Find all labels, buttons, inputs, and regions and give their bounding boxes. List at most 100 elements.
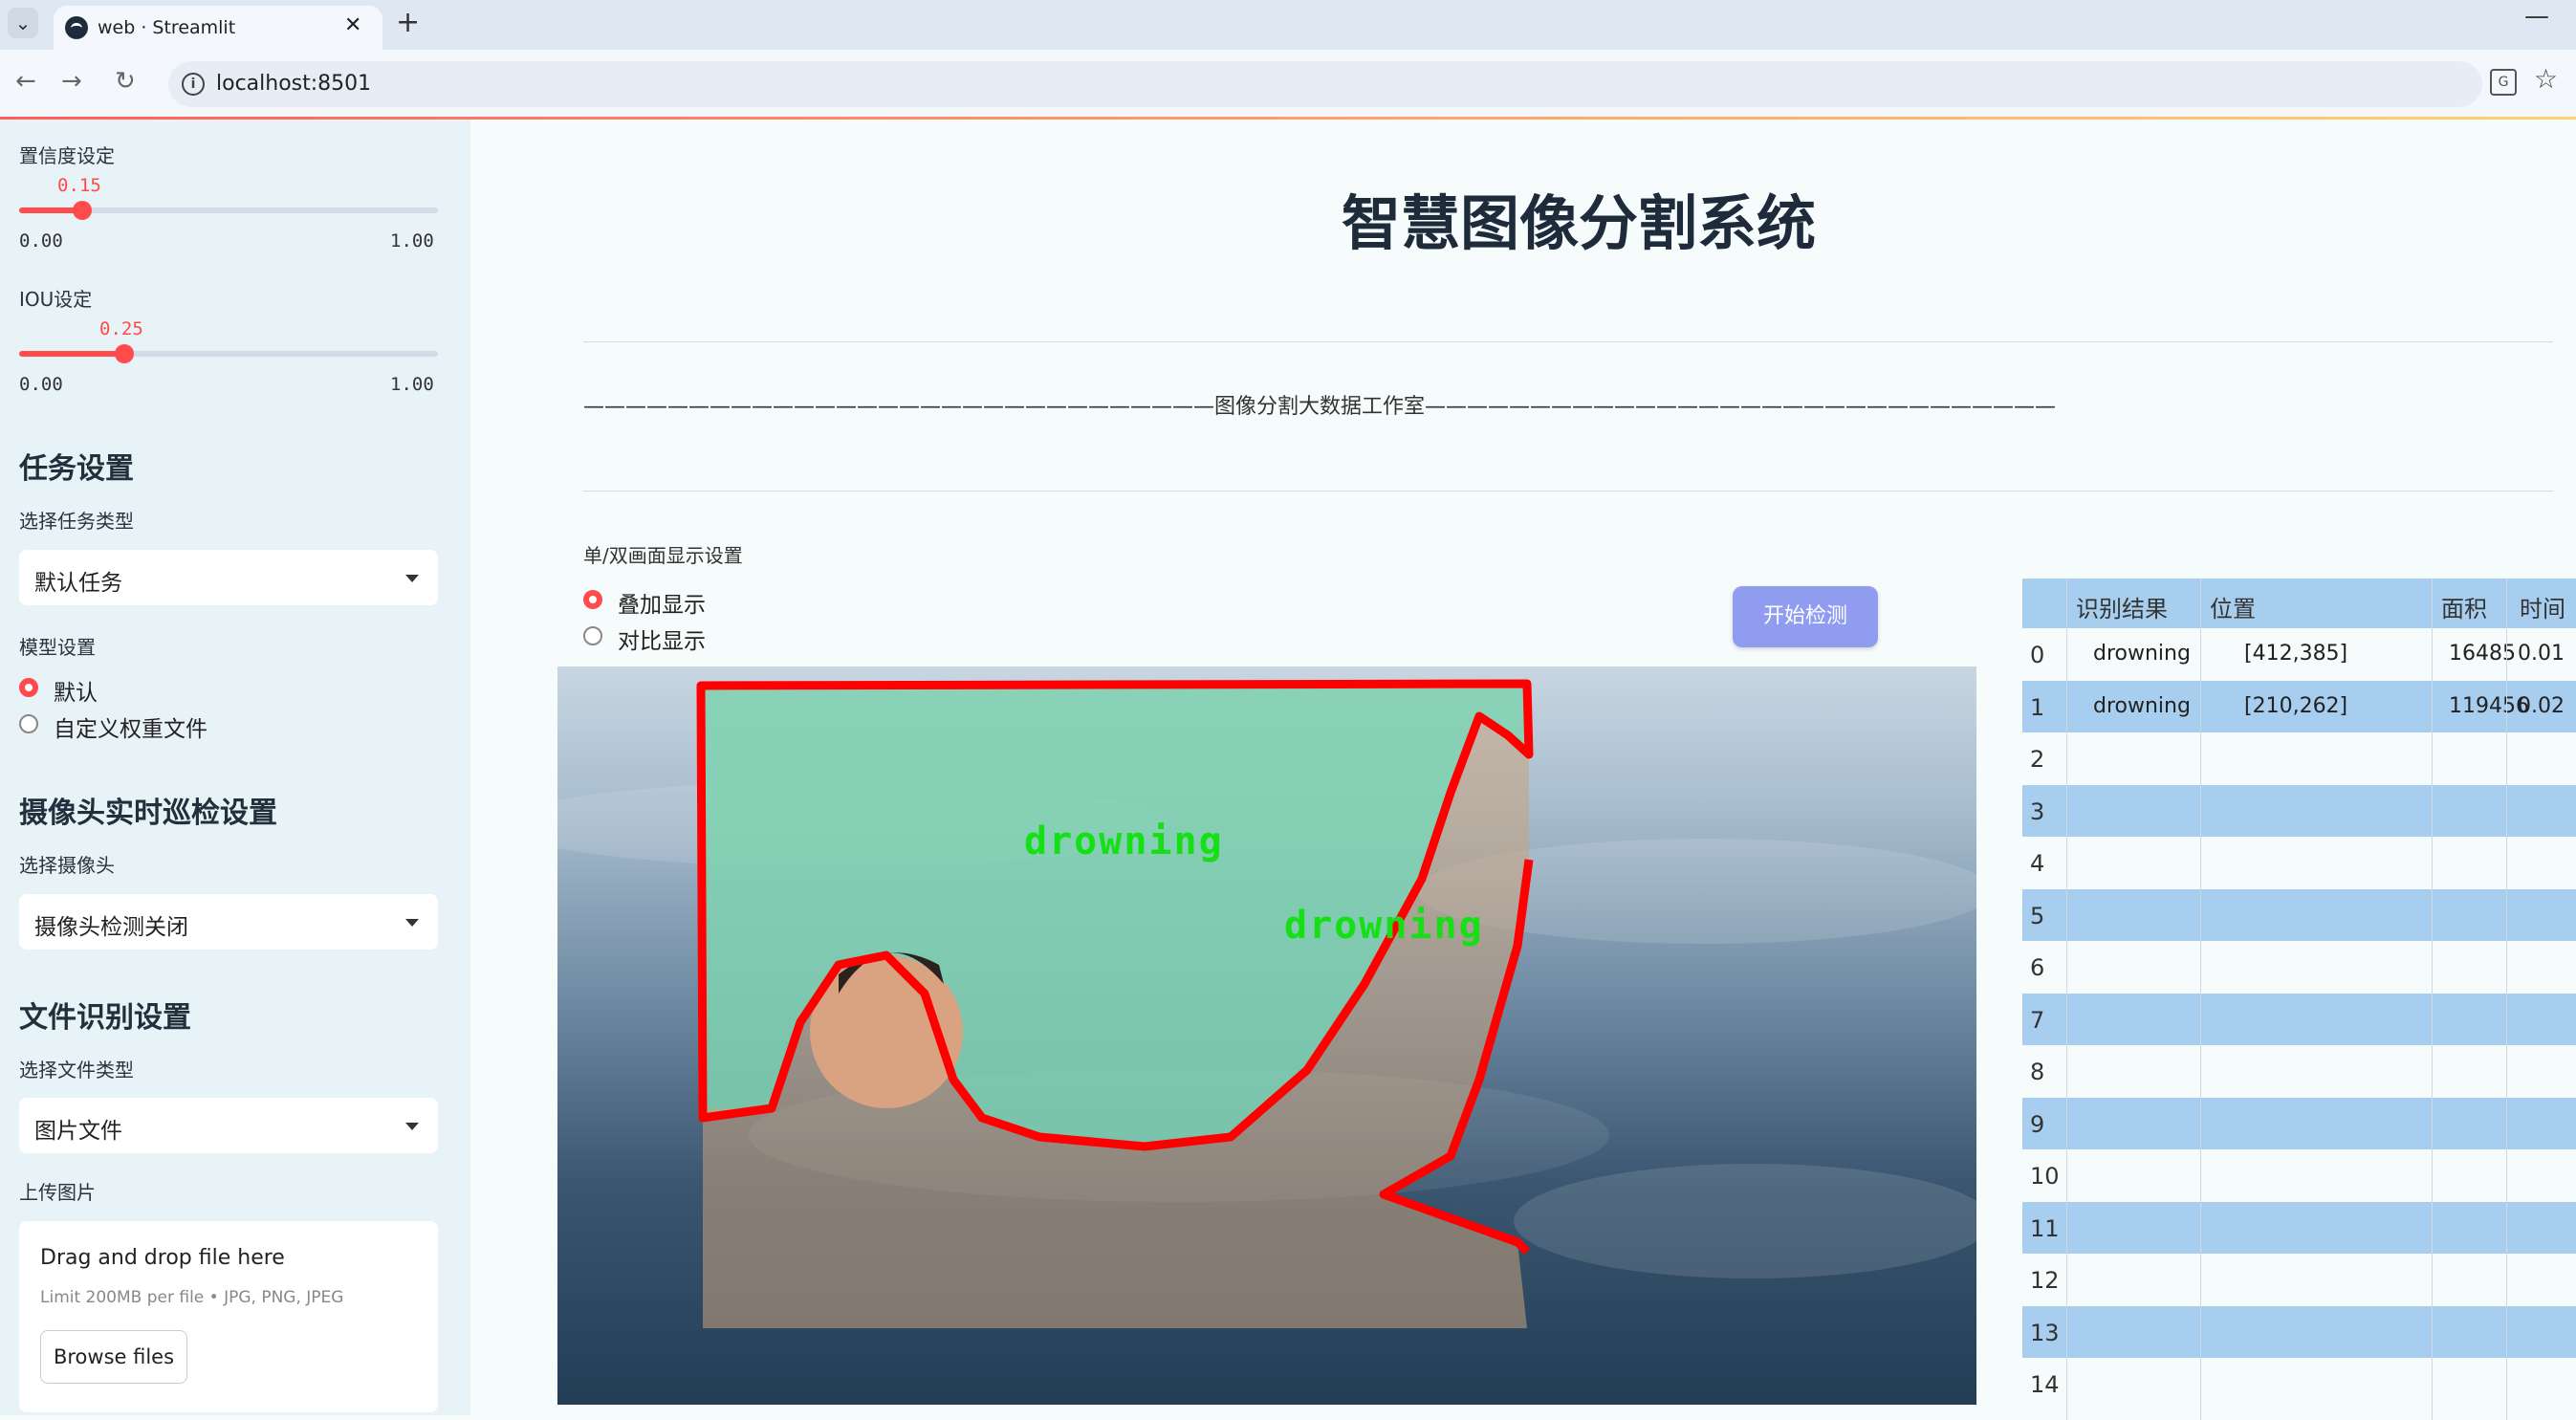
url-text[interactable]: localhost:8501 <box>216 72 371 96</box>
address-bar: ← → ↻ i localhost:8501 G ☆ <box>0 50 2576 119</box>
confidence-slider-handle[interactable] <box>72 201 92 220</box>
confidence-max: 1.00 <box>390 230 434 251</box>
browser-tab[interactable]: web · Streamlit ✕ <box>54 6 382 50</box>
chevron-down-icon <box>405 1123 419 1130</box>
table-row[interactable]: 3 <box>2022 784 2576 837</box>
detection-result-image: drowning drowning <box>557 666 1976 1405</box>
table-row[interactable]: 6 <box>2022 941 2576 993</box>
iou-min: 0.00 <box>19 374 63 395</box>
row-index: 2 <box>2030 746 2045 773</box>
col-header-time[interactable]: 时间 <box>2520 590 2565 623</box>
reload-icon[interactable]: ↻ <box>115 67 136 96</box>
confidence-label: 置信度设定 <box>19 144 115 167</box>
upload-label: 上传图片 <box>19 1181 96 1204</box>
camera-select[interactable]: 摄像头检测关闭 <box>19 894 438 950</box>
back-arrow-icon[interactable]: ← <box>15 67 36 96</box>
browser-tab-bar: ⌄ web · Streamlit ✕ + — <box>0 0 2576 50</box>
table-row[interactable]: 8 <box>2022 1045 2576 1097</box>
detection-label: drowning <box>1024 819 1224 863</box>
site-info-icon[interactable]: i <box>182 73 205 96</box>
table-row[interactable]: 5 <box>2022 888 2576 941</box>
iou-slider-fill <box>19 351 124 357</box>
results-table[interactable]: 识别结果 位置 面积 时间 0 drowning [412,385] 1 6 4 8 5 0.0… <box>2022 579 2576 1420</box>
task-type-label: 选择任务类型 <box>19 510 134 533</box>
translate-icon[interactable]: G <box>2490 69 2517 96</box>
cell-time: 0.02 <box>2518 693 2565 718</box>
table-row[interactable]: 14 <box>2022 1358 2576 1409</box>
task-type-value: 默认任务 <box>34 571 122 596</box>
file-type-select[interactable]: 图片文件 <box>19 1098 438 1153</box>
cell-result: drowning <box>2093 693 2191 718</box>
col-header-area[interactable]: 面积 <box>2441 590 2487 623</box>
task-type-select[interactable]: 默认任务 <box>19 550 438 605</box>
confidence-slider[interactable] <box>19 201 438 220</box>
bookmark-star-icon[interactable]: ☆ <box>2534 63 2558 95</box>
file-uploader-dropzone[interactable]: Drag and drop file here Limit 200MB per … <box>19 1221 438 1412</box>
row-index: 7 <box>2030 1006 2045 1034</box>
table-row[interactable]: 7 <box>2022 993 2576 1045</box>
iou-slider-handle[interactable] <box>114 344 134 363</box>
display-option-label: 叠加显示 <box>618 593 706 618</box>
col-header-result[interactable]: 识别结果 <box>2076 590 2168 623</box>
col-header-position[interactable]: 位置 <box>2210 590 2256 623</box>
studio-divider-text: ——————————————————————————————图像分割大数据工作室… <box>583 395 2057 419</box>
close-icon[interactable]: ✕ <box>344 13 361 37</box>
segmentation-mask <box>696 679 1534 1328</box>
chevron-down-icon <box>405 919 419 927</box>
row-index: 1 <box>2030 693 2045 721</box>
row-index: 14 <box>2030 1371 2060 1398</box>
iou-value: 0.25 <box>99 318 143 339</box>
table-row[interactable]: 4 <box>2022 837 2576 888</box>
display-option-label: 对比显示 <box>618 629 706 654</box>
iou-max: 1.00 <box>390 374 434 395</box>
chevron-down-icon <box>405 575 419 582</box>
divider <box>583 341 2553 342</box>
row-index: 13 <box>2030 1319 2060 1346</box>
table-row[interactable]: 13 <box>2022 1305 2576 1358</box>
row-index: 11 <box>2030 1214 2060 1242</box>
new-tab-plus-icon[interactable]: + <box>396 6 420 39</box>
table-row[interactable]: 10 <box>2022 1149 2576 1201</box>
radio-selected-icon[interactable] <box>19 678 38 697</box>
table-row[interactable]: 9 <box>2022 1097 2576 1149</box>
row-index: 4 <box>2030 850 2045 877</box>
confidence-min: 0.00 <box>19 230 63 251</box>
radio-unselected-icon[interactable] <box>583 626 602 645</box>
camera-label: 选择摄像头 <box>19 854 115 877</box>
iou-slider[interactable] <box>19 344 438 363</box>
detection-label: drowning <box>1284 904 1484 948</box>
main-content: 智慧图像分割系统 ——————————————————————————————图… <box>470 120 2576 1420</box>
url-field[interactable]: i localhost:8501 <box>168 61 2482 107</box>
table-row[interactable]: 0 drowning [412,385] 16485 0.01 <box>2022 628 2576 680</box>
table-row[interactable]: 1 drowning [210,262] 119456 0.02 <box>2022 680 2576 732</box>
confidence-value: 0.15 <box>57 175 101 196</box>
row-index: 0 <box>2030 642 2045 668</box>
page-title: 智慧图像分割系统 <box>1341 188 1816 258</box>
table-row[interactable]: 11 <box>2022 1201 2576 1254</box>
file-type-value: 图片文件 <box>34 1119 122 1144</box>
task-section-heading: 任务设置 <box>19 452 134 486</box>
cell-time: 0.01 <box>2518 642 2565 666</box>
table-header: 识别结果 位置 面积 时间 <box>2022 579 2576 628</box>
row-index: 12 <box>2030 1267 2060 1294</box>
upload-instruction: Drag and drop file here <box>40 1246 285 1270</box>
forward-arrow-icon[interactable]: → <box>61 67 82 96</box>
streamlit-favicon-icon <box>65 16 88 39</box>
browse-files-button[interactable]: Browse files <box>40 1330 187 1384</box>
file-type-label: 选择文件类型 <box>19 1059 134 1081</box>
display-mode-label: 单/双画面显示设置 <box>583 544 743 567</box>
iou-label: IOU设定 <box>19 288 93 311</box>
radio-unselected-icon[interactable] <box>19 714 38 733</box>
row-index: 9 <box>2030 1110 2045 1138</box>
tab-search-chevron-icon[interactable]: ⌄ <box>8 8 38 38</box>
table-row[interactable]: 12 <box>2022 1254 2576 1305</box>
minimize-icon[interactable]: — <box>2524 2 2549 31</box>
row-index: 3 <box>2030 797 2045 825</box>
start-detection-button[interactable]: 开始检测 <box>1733 586 1878 647</box>
cell-result: drowning <box>2093 642 2191 666</box>
upload-limit: Limit 200MB per file • JPG, PNG, JPEG <box>40 1288 344 1307</box>
camera-section-heading: 摄像头实时巡检设置 <box>19 797 277 830</box>
radio-selected-icon[interactable] <box>583 590 602 609</box>
table-row[interactable]: 2 <box>2022 732 2576 784</box>
model-label: 模型设置 <box>19 636 96 659</box>
